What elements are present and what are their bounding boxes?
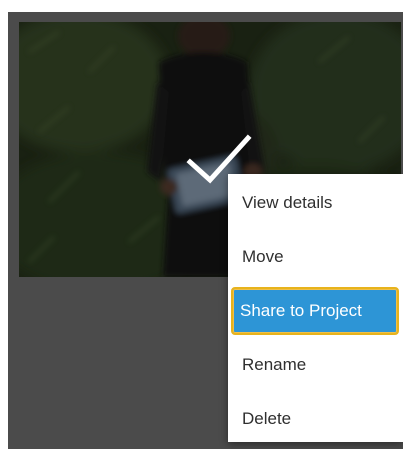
menu-item-label: Share to Project xyxy=(240,301,362,320)
context-menu: View details Move Share to Project Renam… xyxy=(228,174,403,442)
menu-item-label: Delete xyxy=(242,409,292,428)
menu-item-view-details[interactable]: View details xyxy=(228,176,403,230)
menu-item-delete[interactable]: Delete xyxy=(228,392,403,446)
screen: View details Move Share to Project Renam… xyxy=(0,0,403,449)
menu-item-label: Move xyxy=(242,247,284,266)
menu-item-label: View details xyxy=(242,193,333,212)
menu-item-move[interactable]: Move xyxy=(228,230,403,284)
menu-item-share-to-project[interactable]: Share to Project xyxy=(231,287,399,335)
menu-item-label: Rename xyxy=(242,355,307,374)
menu-item-rename[interactable]: Rename xyxy=(228,338,403,392)
